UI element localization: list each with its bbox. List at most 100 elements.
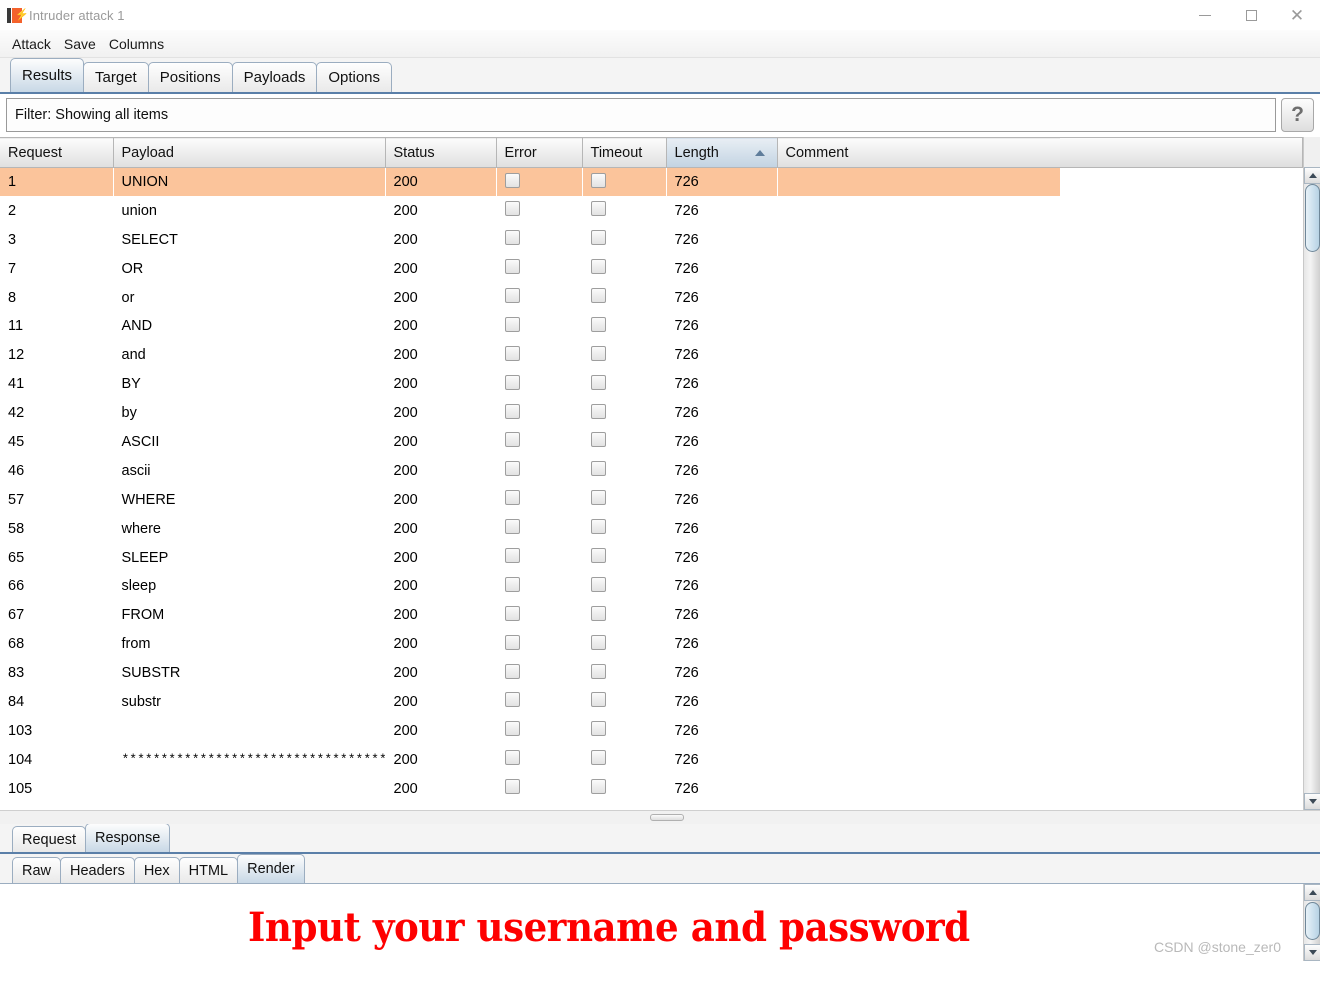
error-checkbox[interactable] [504, 721, 520, 737]
minimize-icon[interactable] [1182, 0, 1228, 30]
timeout-checkbox[interactable] [590, 230, 606, 246]
error-checkbox[interactable] [504, 461, 520, 477]
tab-html[interactable]: HTML [178, 857, 239, 883]
timeout-checkbox[interactable] [590, 490, 606, 506]
table-row[interactable]: 67 FROM 200 726 [0, 601, 1060, 630]
error-checkbox[interactable] [504, 605, 520, 621]
table-row[interactable]: 8 or 200 726 [0, 283, 1060, 312]
timeout-checkbox[interactable] [590, 172, 606, 188]
render-scrollbar-thumb[interactable] [1305, 902, 1320, 940]
tab-raw[interactable]: Raw [12, 857, 62, 883]
error-checkbox[interactable] [504, 779, 520, 795]
error-checkbox[interactable] [504, 548, 520, 564]
error-checkbox[interactable] [504, 692, 520, 708]
render-scroll-up-icon[interactable] [1304, 884, 1320, 901]
table-row[interactable]: 41 BY 200 726 [0, 370, 1060, 399]
error-checkbox[interactable] [504, 750, 520, 766]
menu-item-attack[interactable]: Attack [10, 35, 53, 53]
error-checkbox[interactable] [504, 663, 520, 679]
table-row[interactable]: 58 where 200 726 [0, 514, 1060, 543]
tab-response[interactable]: Response [85, 823, 171, 852]
error-checkbox[interactable] [504, 519, 520, 535]
tab-target[interactable]: Target [83, 62, 149, 92]
table-row[interactable]: 11 AND 200 726 [0, 312, 1060, 341]
splitter-grip-icon[interactable] [650, 814, 684, 821]
timeout-checkbox[interactable] [590, 634, 606, 650]
table-row[interactable]: 66 sleep 200 726 [0, 572, 1060, 601]
table-row[interactable]: 7 OR 200 726 [0, 254, 1060, 283]
help-icon[interactable]: ? [1281, 98, 1314, 132]
error-checkbox[interactable] [504, 403, 520, 419]
timeout-checkbox[interactable] [590, 345, 606, 361]
results-scrollbar-track[interactable] [1304, 167, 1320, 810]
timeout-checkbox[interactable] [590, 403, 606, 419]
maximize-icon[interactable] [1228, 0, 1274, 30]
error-checkbox[interactable] [504, 316, 520, 332]
table-row[interactable]: 45 ASCII 200 726 [0, 428, 1060, 457]
scroll-up-icon[interactable] [1304, 167, 1320, 184]
error-checkbox[interactable] [504, 432, 520, 448]
table-row[interactable]: 46 ascii 200 726 [0, 456, 1060, 485]
tab-headers[interactable]: Headers [60, 857, 135, 883]
filter-bar[interactable]: Filter: Showing all items [6, 98, 1276, 132]
timeout-checkbox[interactable] [590, 432, 606, 448]
tab-options[interactable]: Options [316, 62, 393, 92]
error-checkbox[interactable] [504, 634, 520, 650]
error-checkbox[interactable] [504, 490, 520, 506]
results-scrollbar-thumb[interactable] [1305, 184, 1320, 252]
error-checkbox[interactable] [504, 288, 520, 303]
table-row[interactable]: 3 SELECT 200 726 [0, 225, 1060, 254]
render-vertical-scrollbar[interactable] [1303, 884, 1320, 961]
menu-item-columns[interactable]: Columns [107, 35, 166, 53]
timeout-checkbox[interactable] [590, 663, 606, 679]
tab-request[interactable]: Request [12, 826, 87, 852]
column-header-payload[interactable]: Payload [113, 137, 386, 168]
timeout-checkbox[interactable] [590, 721, 606, 737]
tab-results[interactable]: Results [10, 58, 85, 92]
timeout-checkbox[interactable] [590, 779, 606, 795]
render-scroll-down-icon[interactable] [1304, 944, 1320, 961]
error-checkbox[interactable] [504, 172, 520, 188]
tab-hex[interactable]: Hex [133, 857, 180, 883]
column-header-request[interactable]: Request [0, 137, 114, 168]
timeout-checkbox[interactable] [590, 201, 606, 217]
error-checkbox[interactable] [504, 576, 520, 592]
timeout-checkbox[interactable] [590, 692, 606, 708]
tab-payloads[interactable]: Payloads [231, 62, 318, 92]
render-scrollbar-track[interactable] [1304, 884, 1320, 961]
column-header-status[interactable]: Status [385, 137, 497, 168]
column-header-length[interactable]: Length [666, 137, 778, 168]
timeout-checkbox[interactable] [590, 316, 606, 332]
error-checkbox[interactable] [504, 345, 520, 361]
column-header-timeout[interactable]: Timeout [582, 137, 667, 168]
timeout-checkbox[interactable] [590, 259, 606, 275]
table-row[interactable]: 12 and 200 726 [0, 341, 1060, 370]
error-checkbox[interactable] [504, 374, 520, 390]
table-row[interactable]: 57 WHERE 200 726 [0, 485, 1060, 514]
tab-positions[interactable]: Positions [147, 62, 233, 92]
timeout-checkbox[interactable] [590, 750, 606, 766]
scroll-down-icon[interactable] [1304, 793, 1320, 810]
table-row[interactable]: 2 union 200 726 [0, 196, 1060, 225]
table-row[interactable]: 68 from 200 726 [0, 630, 1060, 659]
timeout-checkbox[interactable] [590, 288, 606, 303]
table-row[interactable]: 42 by 200 726 [0, 399, 1060, 428]
table-row[interactable]: 65 SLEEP 200 726 [0, 543, 1060, 572]
table-row[interactable]: 103 200 726 [0, 716, 1060, 745]
table-row[interactable]: 83 SUBSTR 200 726 [0, 659, 1060, 688]
table-row[interactable]: 104 *************************************… [0, 745, 1060, 774]
timeout-checkbox[interactable] [590, 374, 606, 390]
results-vertical-scrollbar[interactable] [1303, 137, 1320, 810]
error-checkbox[interactable] [504, 230, 520, 246]
panel-splitter[interactable] [0, 810, 1320, 824]
tab-render[interactable]: Render [237, 854, 305, 883]
column-header-comment[interactable]: Comment [777, 137, 1061, 168]
timeout-checkbox[interactable] [590, 548, 606, 564]
table-row[interactable]: 1 UNION 200 726 [0, 167, 1060, 197]
error-checkbox[interactable] [504, 201, 520, 217]
column-header-error[interactable]: Error [496, 137, 583, 168]
timeout-checkbox[interactable] [590, 576, 606, 592]
timeout-checkbox[interactable] [590, 519, 606, 535]
close-icon[interactable]: ✕ [1274, 0, 1320, 30]
menu-item-save[interactable]: Save [62, 35, 98, 53]
